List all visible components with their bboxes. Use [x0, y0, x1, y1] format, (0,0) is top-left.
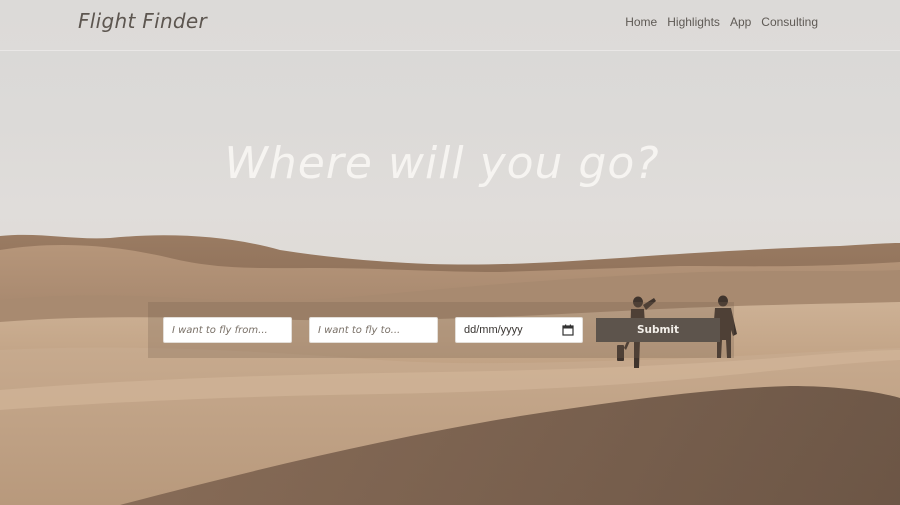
top-navbar: Flight Finder Home Highlights App Consul… — [0, 0, 900, 51]
brand-logo[interactable]: Flight Finder — [78, 9, 207, 33]
nav-link-app[interactable]: App — [730, 15, 751, 29]
main-nav: Home Highlights App Consulting — [625, 15, 818, 29]
desert-dunes-image — [0, 234, 900, 505]
date-input[interactable]: dd/mm/yyyy — [455, 317, 583, 343]
origin-input[interactable] — [163, 317, 292, 343]
calendar-icon[interactable] — [562, 324, 574, 336]
page: Flight Finder Home Highlights App Consul… — [0, 0, 900, 505]
nav-link-highlights[interactable]: Highlights — [667, 15, 720, 29]
nav-link-home[interactable]: Home — [625, 15, 657, 29]
hero-title: Where will you go? — [224, 138, 660, 189]
submit-button[interactable]: Submit — [596, 318, 720, 342]
date-placeholder: dd/mm/yyyy — [464, 324, 523, 336]
nav-link-consulting[interactable]: Consulting — [761, 15, 818, 29]
destination-input[interactable] — [309, 317, 438, 343]
